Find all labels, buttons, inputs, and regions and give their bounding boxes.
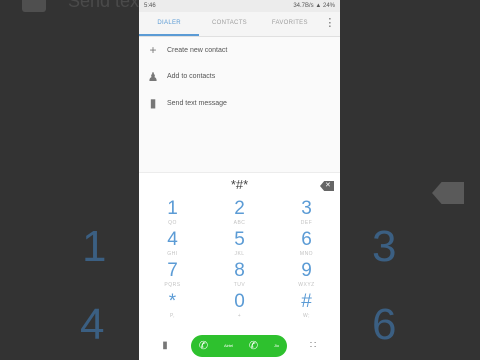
key-letters: ABC: [233, 220, 246, 226]
key-digit: 1: [167, 198, 178, 219]
status-speed: 34.7B/s: [293, 3, 314, 9]
key-letters: PQRS: [164, 282, 181, 288]
key-digit: 7: [167, 260, 178, 281]
bg-send-text: Send text: [68, 0, 145, 11]
sim2-label: Jio: [273, 343, 280, 348]
message-icon: ▮: [162, 340, 168, 351]
action-list: + Create new contact ♟ Add to contacts ▮…: [139, 37, 340, 117]
sim1-label: Airtel: [223, 343, 234, 348]
status-bar: 5:46 34.7B/s ▲ 24%: [139, 0, 340, 12]
call-bar: ▮ ✆ Airtel ✆ Jio ∷: [139, 330, 340, 360]
bg-digit: 4: [80, 300, 105, 349]
key-1[interactable]: 1 QO: [139, 199, 206, 230]
key-letters: TUV: [233, 282, 246, 288]
key-letters: QO: [168, 220, 177, 226]
create-contact-item[interactable]: + Create new contact: [139, 37, 340, 64]
key-4[interactable]: 4 GHI: [139, 230, 206, 261]
key-7[interactable]: 7 PQRS: [139, 261, 206, 292]
battery-level: 24%: [322, 3, 335, 9]
key-digit: 2: [234, 198, 245, 219]
key-letters: MNO: [299, 251, 314, 257]
key-2[interactable]: 2 ABC: [206, 199, 273, 230]
keypad-row: 1 QO 2 ABC 3 DEF: [139, 199, 340, 230]
key-digit: 3: [301, 198, 312, 219]
send-message-label: Send text message: [167, 99, 227, 107]
message-button[interactable]: ▮: [139, 340, 191, 351]
key-star[interactable]: * P,: [139, 292, 206, 323]
bg-digit: 3: [372, 222, 397, 271]
message-icon: [22, 0, 46, 12]
add-to-contacts-label: Add to contacts: [167, 73, 216, 81]
dialed-digits[interactable]: *#*: [139, 177, 340, 192]
send-message-item[interactable]: ▮ Send text message: [139, 90, 340, 117]
key-9[interactable]: 9 WXYZ: [273, 261, 340, 292]
key-6[interactable]: 6 MNO: [273, 230, 340, 261]
tab-bar: DIALER CONTACTS FAVORITES ⋮: [139, 12, 340, 37]
key-letters: GHI: [167, 251, 178, 257]
key-letters: W;: [302, 313, 311, 319]
phone-icon: ✆: [198, 340, 209, 352]
key-digit: #: [301, 291, 312, 312]
tab-contacts[interactable]: CONTACTS: [199, 12, 259, 36]
person-add-icon: ♟: [147, 69, 159, 84]
call-button[interactable]: ✆ Airtel ✆ Jio: [191, 334, 287, 357]
keypad-row: * P, 0 + # W;: [139, 292, 340, 323]
message-icon: ▮: [149, 96, 157, 111]
add-to-contacts-item[interactable]: ♟ Add to contacts: [139, 64, 340, 91]
status-time: 5:46: [144, 3, 156, 9]
key-letters: JKL: [234, 251, 245, 257]
signal-icon: ▲: [315, 3, 322, 9]
dialpad: *#* ✕ 1 QO 2 ABC 3 DEF 4 GHI 5 JKL 6 MNO 7 PQRS…: [139, 172, 340, 360]
key-digit: 0: [234, 291, 245, 312]
key-letters: DEF: [300, 220, 313, 226]
key-letters: +: [237, 313, 242, 319]
phone-screen: 5:46 34.7B/s ▲ 24% DIALER CONTACTS FAVOR…: [139, 0, 340, 360]
key-3[interactable]: 3 DEF: [273, 199, 340, 230]
key-letters: P,: [169, 313, 176, 319]
tab-favorites[interactable]: FAVORITES: [260, 12, 320, 36]
key-digit: 8: [234, 260, 245, 281]
phone-icon: ✆: [248, 340, 259, 352]
key-digit: 6: [301, 229, 312, 250]
key-digit: 5: [234, 229, 245, 250]
dialpad-icon: ∷: [309, 340, 317, 351]
key-5[interactable]: 5 JKL: [206, 230, 273, 261]
keypad-row: 7 PQRS 8 TUV 9 WXYZ: [139, 261, 340, 292]
key-0[interactable]: 0 +: [206, 292, 273, 323]
key-8[interactable]: 8 TUV: [206, 261, 273, 292]
key-digit: 4: [167, 229, 178, 250]
keypad: 1 QO 2 ABC 3 DEF 4 GHI 5 JKL 6 MNO 7 PQRS 8 TUV …: [139, 199, 340, 323]
bg-digit: 1: [82, 222, 107, 271]
keypad-row: 4 GHI 5 JKL 6 MNO: [139, 230, 340, 261]
more-options-icon[interactable]: ⋮: [320, 12, 340, 36]
key-letters: WXYZ: [298, 282, 315, 288]
key-digit: *: [168, 291, 177, 312]
status-right: 34.7B/s ▲ 24%: [293, 3, 335, 9]
key-digit: 9: [301, 260, 312, 281]
bg-digit: 6: [372, 300, 397, 349]
tab-dialer[interactable]: DIALER: [139, 12, 200, 36]
create-contact-label: Create new contact: [167, 46, 228, 54]
bg-backspace-icon: [432, 182, 464, 204]
key-hash[interactable]: # W;: [273, 292, 340, 323]
plus-icon: +: [149, 43, 157, 58]
dialpad-toggle-button[interactable]: ∷: [287, 340, 339, 351]
